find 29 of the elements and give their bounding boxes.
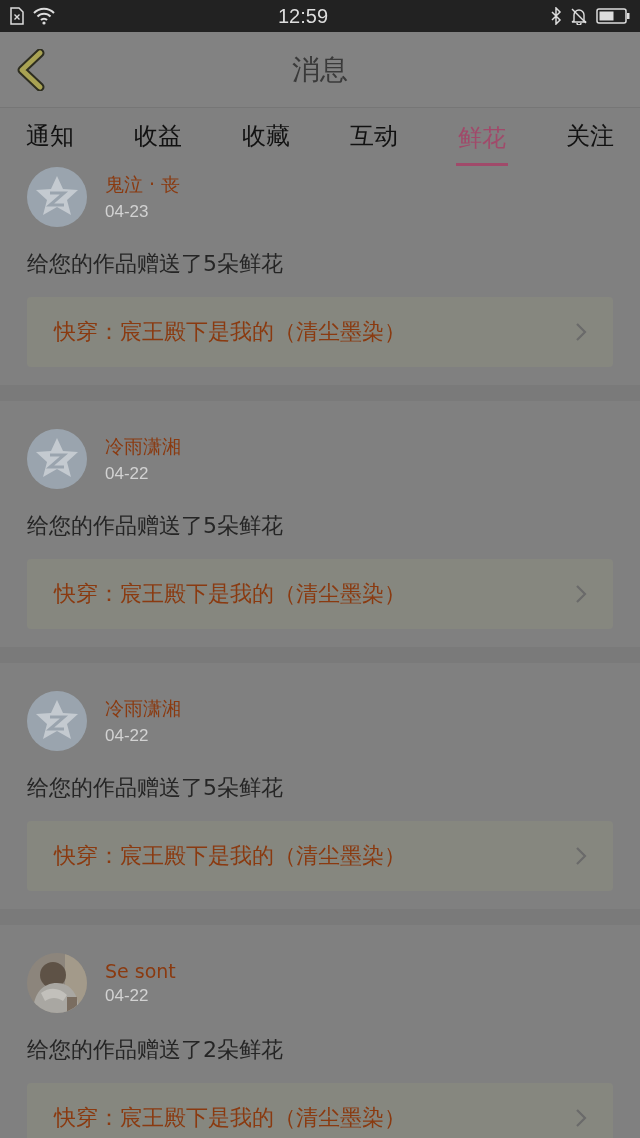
battery-icon	[596, 8, 630, 24]
bluetooth-icon	[550, 7, 562, 25]
tab[interactable]: 通知	[24, 110, 76, 167]
sender-name: Se sont	[105, 960, 176, 982]
sender-name: 冷雨潇湘	[105, 434, 181, 459]
page-title: 消息	[292, 51, 348, 88]
message-text: 给您的作品赠送了2朵鲜花	[27, 1036, 284, 1064]
chevron-right-icon	[575, 584, 587, 604]
sender-name: 鬼泣 · 丧	[105, 172, 181, 197]
tab[interactable]: 关注	[564, 110, 616, 167]
chevron-right-icon	[575, 846, 587, 866]
wifi-icon	[32, 7, 56, 25]
chevron-right-icon	[575, 322, 587, 342]
tab[interactable]: 收藏	[240, 110, 292, 167]
muted-bell-icon	[570, 7, 588, 25]
message-date: 04-22	[105, 726, 150, 746]
tab[interactable]: 收益	[132, 110, 184, 167]
message-date: 04-22	[105, 986, 150, 1006]
tab[interactable]: 互动	[348, 110, 400, 167]
chevron-right-icon	[575, 1108, 587, 1128]
sim-card-icon	[10, 7, 24, 25]
message-date: 04-23	[105, 202, 150, 222]
message-text: 给您的作品赠送了5朵鲜花	[27, 774, 284, 802]
status-time: 12:59	[277, 4, 329, 28]
message-text: 给您的作品赠送了5朵鲜花	[27, 250, 284, 278]
message-date: 04-22	[105, 464, 150, 484]
message-text: 给您的作品赠送了5朵鲜花	[27, 512, 284, 540]
back-button[interactable]	[16, 49, 46, 91]
sender-name: 冷雨潇湘	[105, 696, 181, 721]
